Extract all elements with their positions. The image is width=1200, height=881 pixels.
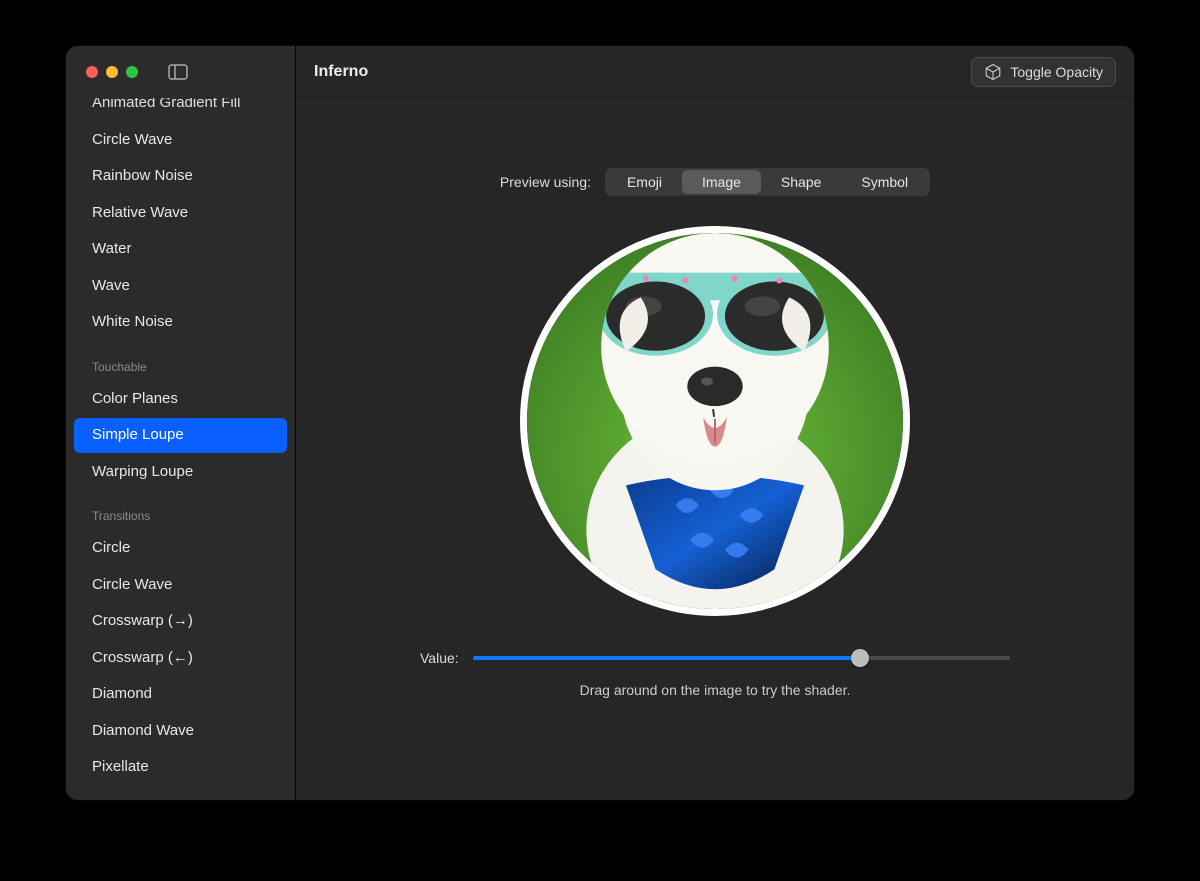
sidebar-heading: Transitions <box>74 503 287 529</box>
preview-mode-segmented[interactable]: EmojiImageShapeSymbol <box>605 168 930 196</box>
dog-illustration <box>527 233 903 609</box>
value-slider-label: Value: <box>420 650 459 666</box>
titlebar-left <box>66 46 295 98</box>
preview-area[interactable] <box>520 226 910 616</box>
sidebar-item[interactable]: Color Planes <box>74 382 287 417</box>
preview-mode-option[interactable]: Shape <box>761 170 841 194</box>
preview-mode-row: Preview using: EmojiImageShapeSymbol <box>500 168 930 196</box>
toggle-opacity-button[interactable]: Toggle Opacity <box>971 57 1116 87</box>
sidebar-icon <box>168 64 188 80</box>
cube-icon <box>984 63 1002 81</box>
minimize-icon[interactable] <box>106 66 118 78</box>
preview-image[interactable] <box>520 226 910 616</box>
content-area: Preview using: EmojiImageShapeSymbol <box>296 98 1134 800</box>
slider-thumb[interactable] <box>851 649 869 667</box>
sidebar-item[interactable]: Water <box>74 232 287 267</box>
sidebar-item[interactable]: Relative Wave <box>74 196 287 231</box>
page-title: Inferno <box>314 63 368 81</box>
value-slider-row: Value: <box>420 648 1010 668</box>
sidebar-heading: Touchable <box>74 354 287 380</box>
toggle-opacity-label: Toggle Opacity <box>1010 64 1103 80</box>
sidebar-item[interactable]: White Noise <box>74 305 287 340</box>
slider-fill <box>473 656 860 660</box>
instruction-text: Drag around on the image to try the shad… <box>580 682 851 698</box>
toggle-sidebar-button[interactable] <box>164 61 192 83</box>
sidebar-item[interactable]: Wave <box>74 269 287 304</box>
sidebar-item[interactable]: Circle Wave <box>74 123 287 158</box>
sidebar: Animated Gradient FillCircle WaveRainbow… <box>66 46 296 800</box>
sidebar-item[interactable]: Rainbow Noise <box>74 159 287 194</box>
sidebar-item[interactable]: Diamond Wave <box>74 714 287 749</box>
sidebar-item[interactable]: Circle Wave <box>74 568 287 603</box>
sidebar-item[interactable]: Animated Gradient Fill <box>74 98 287 121</box>
sidebar-item[interactable]: Diamond <box>74 677 287 712</box>
preview-mode-option[interactable]: Emoji <box>607 170 682 194</box>
close-icon[interactable] <box>86 66 98 78</box>
preview-mode-option[interactable]: Image <box>682 170 761 194</box>
sidebar-item[interactable]: Pixellate <box>74 750 287 785</box>
sidebar-item[interactable]: Crosswarp (→) <box>74 604 287 639</box>
sidebar-list[interactable]: Animated Gradient FillCircle WaveRainbow… <box>66 98 295 800</box>
main-panel: Inferno Toggle Opacity Preview using: Em… <box>296 46 1134 800</box>
preview-mode-label: Preview using: <box>500 174 591 190</box>
value-slider[interactable] <box>473 648 1010 668</box>
window-controls <box>86 66 138 78</box>
sidebar-item[interactable]: Simple Loupe <box>74 418 287 453</box>
titlebar-right: Inferno Toggle Opacity <box>296 46 1134 98</box>
fullscreen-icon[interactable] <box>126 66 138 78</box>
sidebar-item[interactable]: Warping Loupe <box>74 455 287 490</box>
sidebar-item[interactable]: Circle <box>74 531 287 566</box>
app-window: Animated Gradient FillCircle WaveRainbow… <box>66 46 1134 800</box>
sidebar-item[interactable]: Crosswarp (←) <box>74 641 287 676</box>
preview-mode-option[interactable]: Symbol <box>841 170 928 194</box>
